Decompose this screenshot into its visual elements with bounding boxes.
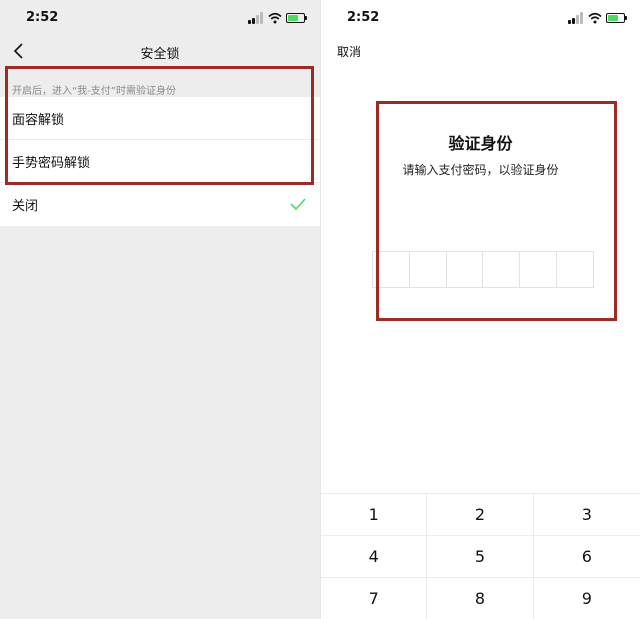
- key-5[interactable]: 5: [427, 536, 534, 578]
- pin-digit-box: [447, 252, 484, 287]
- verify-identity-screen: 2:52 取消 验证身份 请输入支付密码，以验证身份 1 2 3 4 5 6 7…: [320, 0, 640, 619]
- key-6[interactable]: 6: [533, 536, 640, 578]
- key-1[interactable]: 1: [321, 494, 428, 536]
- wifi-icon: [268, 12, 282, 24]
- battery-icon: [606, 13, 627, 23]
- status-icons: [568, 12, 628, 24]
- unlock-options-list: 面容解锁 手势密码解锁 关闭: [0, 97, 320, 226]
- empty-area: [0, 226, 320, 619]
- cellular-signal-icon: [248, 12, 264, 24]
- dialog-title: 验证身份: [448, 134, 513, 153]
- cellular-signal-icon: [568, 12, 584, 24]
- status-time: 2:52: [26, 10, 59, 25]
- option-face-unlock[interactable]: 面容解锁: [0, 97, 320, 140]
- pin-digit-box: [373, 252, 410, 287]
- option-label: 关闭: [12, 199, 39, 214]
- option-label: 手势密码解锁: [12, 155, 91, 171]
- cancel-button[interactable]: 取消: [337, 43, 361, 60]
- pin-digit-box: [557, 252, 593, 287]
- nav-bar: 安全锁: [0, 36, 320, 66]
- key-2[interactable]: 2: [427, 494, 534, 536]
- battery-icon: [286, 13, 307, 23]
- status-time: 2:52: [347, 10, 380, 25]
- key-9[interactable]: 9: [533, 578, 640, 619]
- status-bar: 2:52: [321, 0, 640, 36]
- pin-input[interactable]: [372, 251, 594, 288]
- option-gesture-unlock[interactable]: 手势密码解锁: [0, 140, 320, 183]
- security-lock-hint: 开启后，进入“我-支付”时需验证身份: [12, 86, 176, 97]
- security-lock-settings-screen: 2:52 安全锁 开启后，进入“我-支付”时需验证身份 面容解锁 手势密码解锁 …: [0, 0, 320, 619]
- key-3[interactable]: 3: [533, 494, 640, 536]
- wifi-icon: [588, 12, 602, 24]
- option-label: 面容解锁: [12, 112, 65, 128]
- key-7[interactable]: 7: [321, 578, 428, 619]
- option-off[interactable]: 关闭: [0, 183, 320, 226]
- pin-digit-box: [483, 252, 521, 287]
- checkmark-icon: [290, 198, 306, 211]
- status-bar: 2:52: [0, 0, 320, 36]
- pin-digit-box: [410, 252, 447, 287]
- key-8[interactable]: 8: [427, 578, 534, 619]
- page-title: 安全锁: [140, 47, 180, 62]
- pin-digit-box: [520, 252, 558, 287]
- status-icons: [248, 12, 308, 24]
- dialog-subtitle: 请输入支付密码，以验证身份: [402, 163, 559, 177]
- key-4[interactable]: 4: [321, 536, 428, 578]
- numeric-keypad: 1 2 3 4 5 6 7 8 9: [321, 493, 640, 619]
